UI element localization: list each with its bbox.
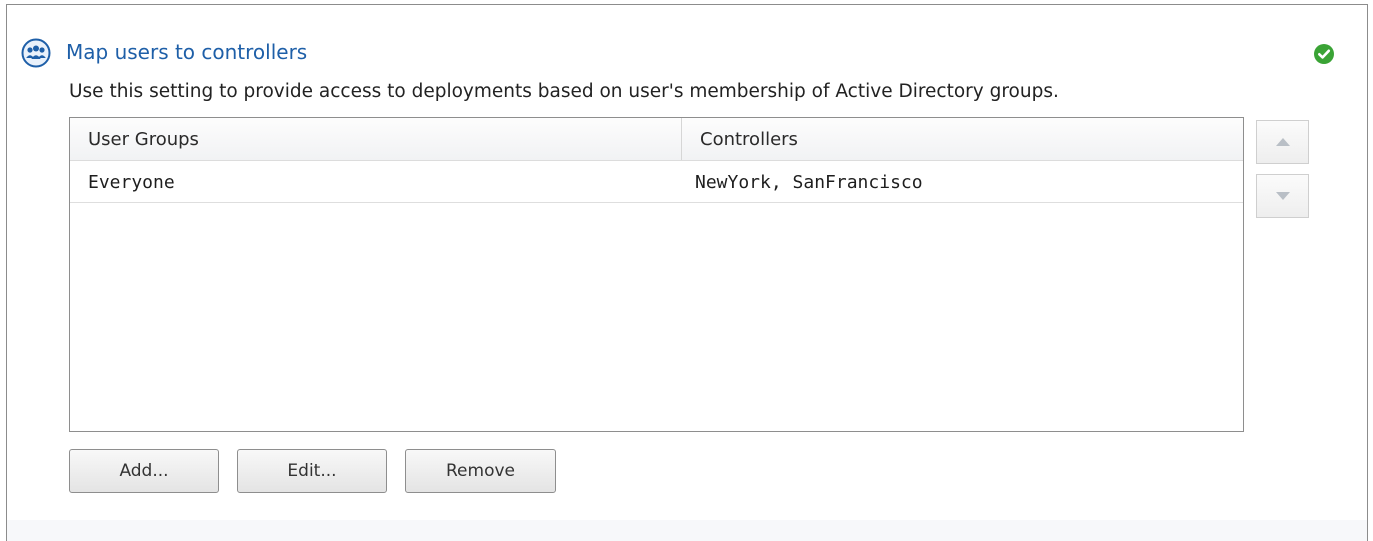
check-circle-icon bbox=[1314, 44, 1334, 64]
triangle-up-icon bbox=[1275, 138, 1290, 146]
controllers-cell: NewYork, SanFrancisco bbox=[695, 172, 923, 193]
column-header-controllers[interactable]: Controllers bbox=[700, 118, 798, 160]
triangle-down-icon bbox=[1275, 192, 1290, 200]
section-description: Use this setting to provide access to de… bbox=[69, 81, 1059, 102]
section-title: Map users to controllers bbox=[66, 40, 308, 64]
table-header: User Groups Controllers bbox=[70, 118, 1243, 161]
remove-button[interactable]: Remove bbox=[405, 449, 556, 493]
edit-button[interactable]: Edit... bbox=[237, 449, 387, 493]
column-header-user-groups[interactable]: User Groups bbox=[88, 118, 199, 160]
user-group-cell: Everyone bbox=[88, 172, 175, 193]
table-row[interactable]: Everyone NewYork, SanFrancisco bbox=[70, 161, 1243, 203]
users-group-icon bbox=[21, 38, 51, 68]
move-down-button[interactable] bbox=[1256, 174, 1309, 218]
add-button[interactable]: Add... bbox=[69, 449, 219, 493]
column-divider[interactable] bbox=[681, 118, 682, 160]
panel-footer-strip bbox=[7, 520, 1367, 541]
move-up-button[interactable] bbox=[1256, 120, 1309, 164]
user-groups-table[interactable]: User Groups Controllers Everyone NewYork… bbox=[69, 117, 1244, 432]
